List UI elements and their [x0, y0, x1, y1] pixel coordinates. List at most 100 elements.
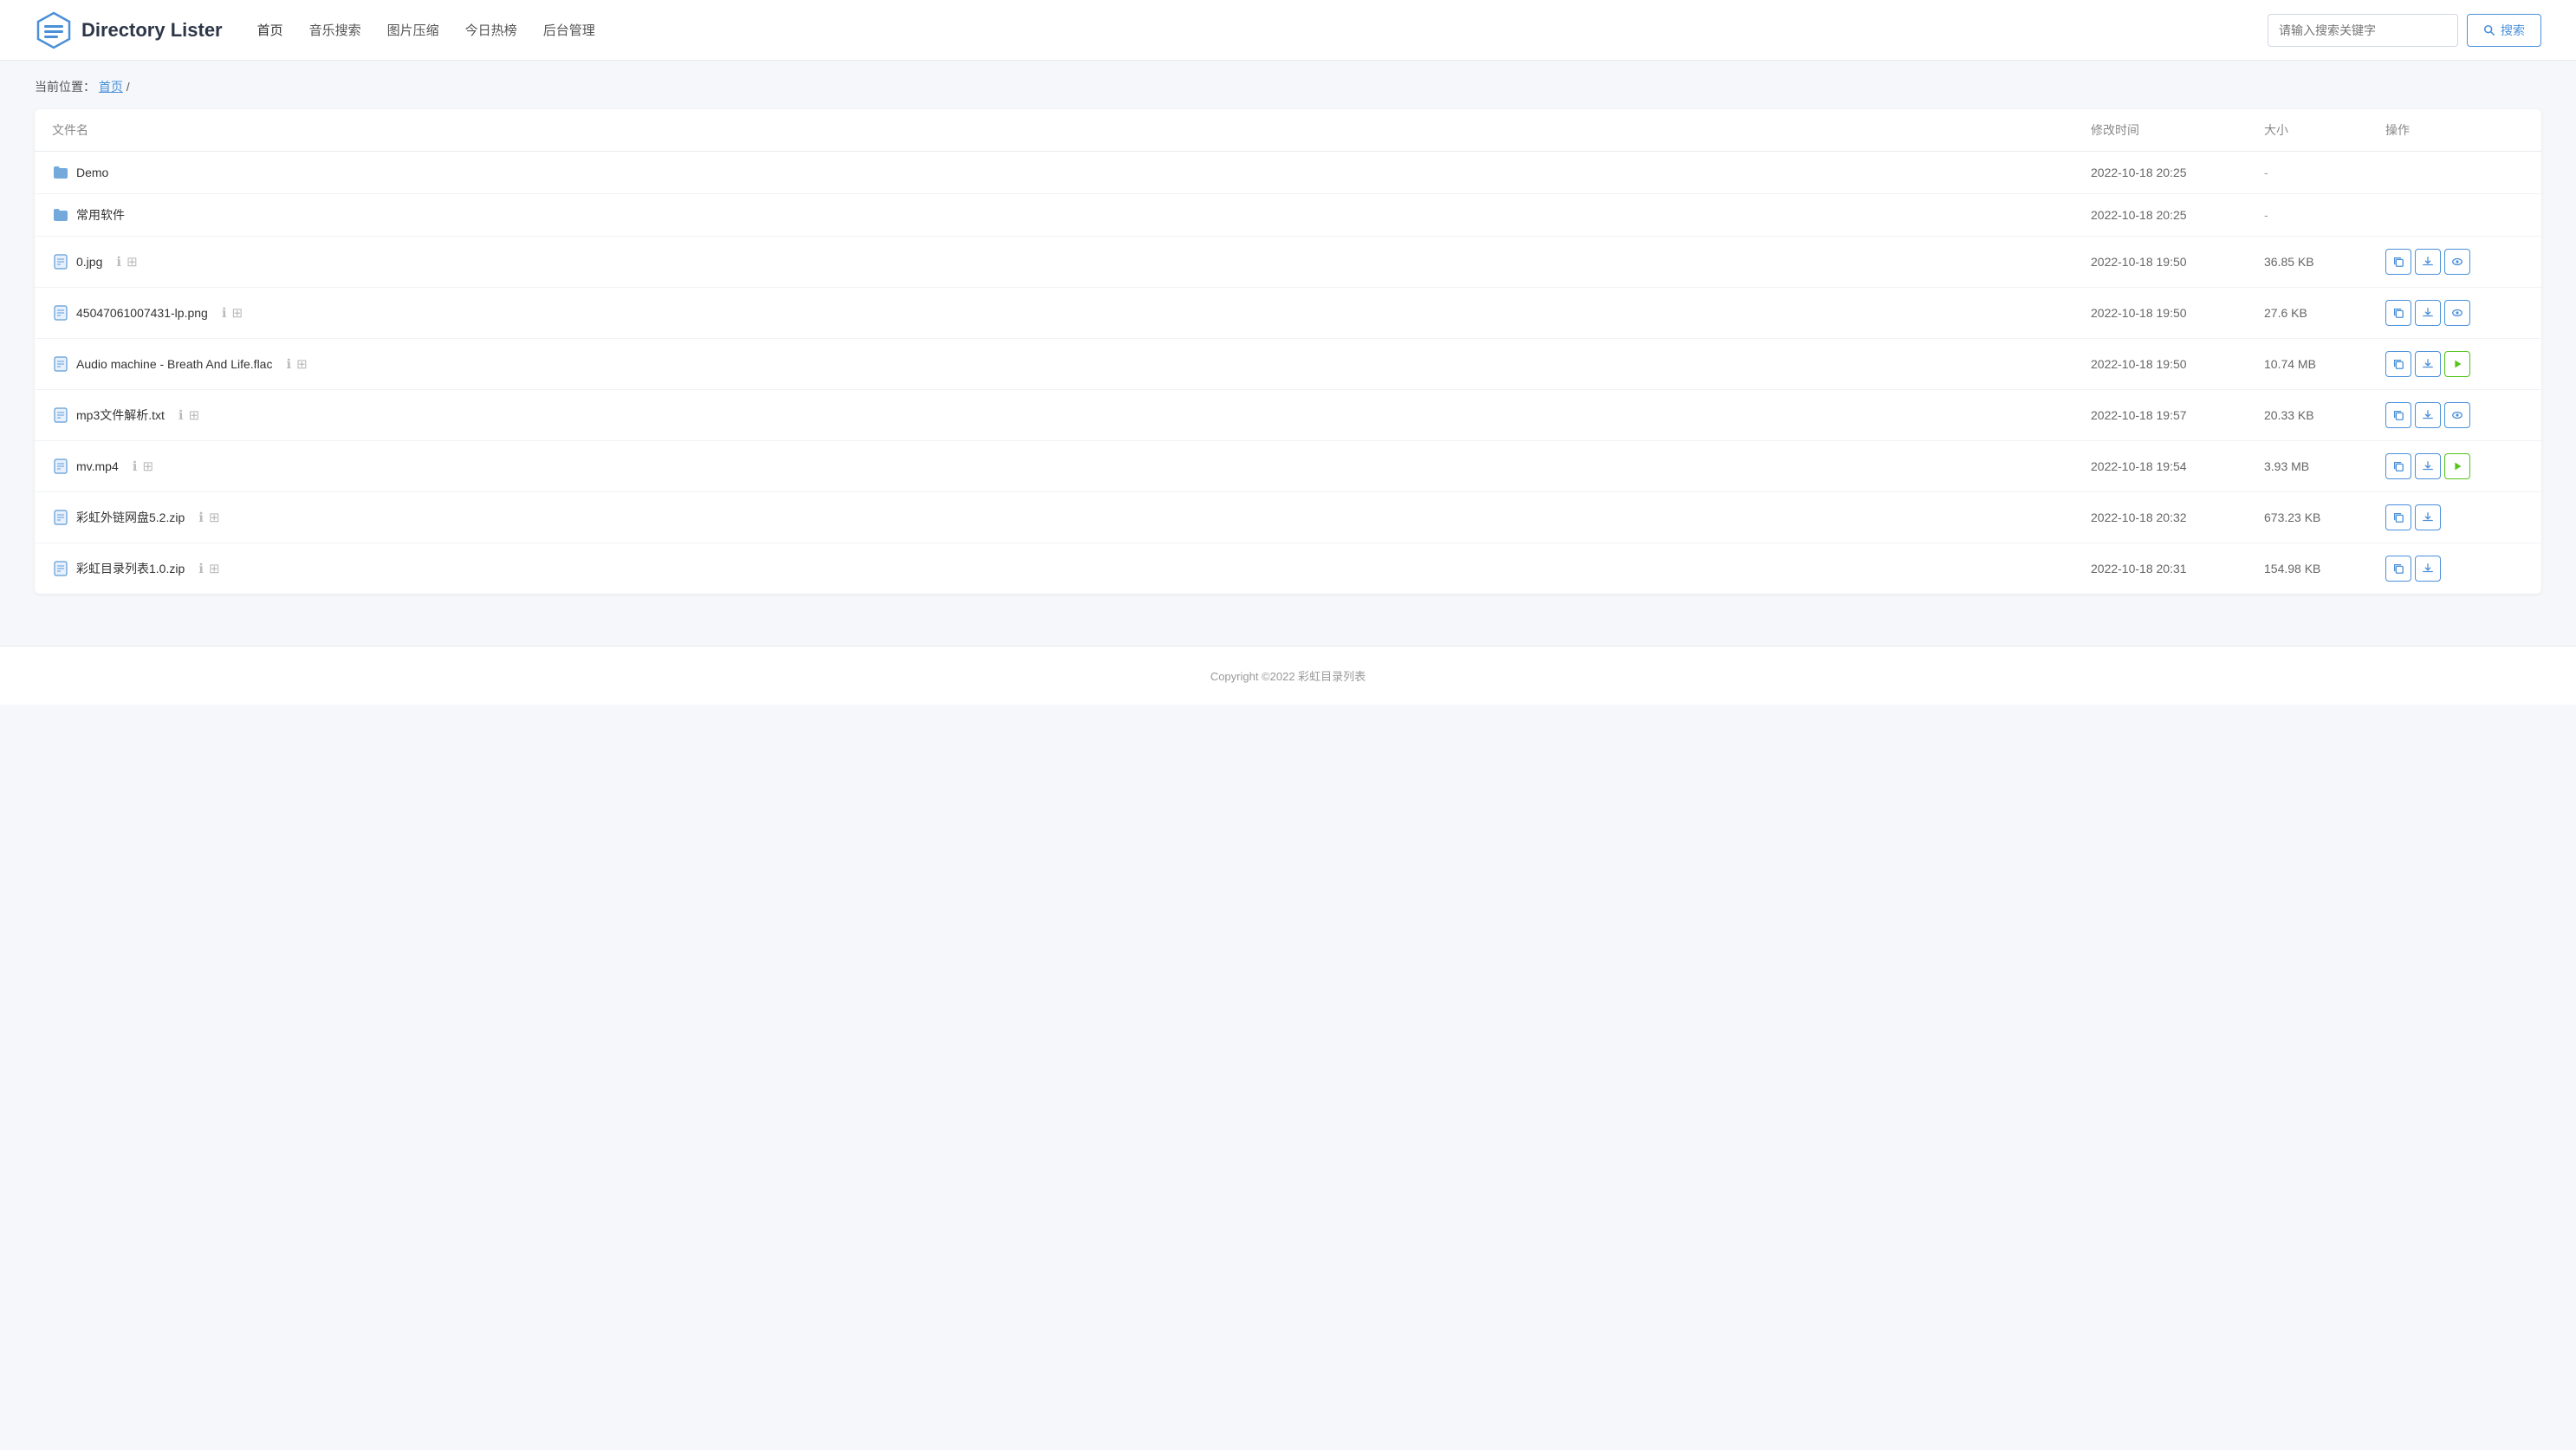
download-icon — [2422, 460, 2434, 472]
file-table: 文件名 修改时间 大小 操作 Demo 2022-10-18 20:25 - — [35, 109, 2541, 594]
qr-icon[interactable]: ⊞ — [232, 305, 243, 321]
copy-button[interactable] — [2385, 453, 2411, 479]
file-size: 3.93 MB — [2264, 459, 2385, 473]
nav-admin[interactable]: 后台管理 — [543, 17, 595, 42]
file-info-icons: ℹ ⊞ — [286, 356, 307, 372]
file-info-icons: ℹ ⊞ — [198, 561, 219, 576]
download-icon — [2422, 409, 2434, 421]
copy-button[interactable] — [2385, 300, 2411, 326]
breadcrumb-home[interactable]: 首页 — [99, 80, 123, 94]
file-modified: 2022-10-18 20:31 — [2091, 562, 2264, 575]
qr-icon[interactable]: ⊞ — [189, 407, 200, 423]
file-modified: 2022-10-18 20:25 — [2091, 208, 2264, 222]
qr-icon[interactable]: ⊞ — [296, 356, 308, 372]
file-modified: 2022-10-18 19:57 — [2091, 408, 2264, 422]
file-info-icons: ℹ ⊞ — [133, 458, 153, 474]
nav-home[interactable]: 首页 — [257, 17, 283, 42]
file-name-cell: Demo — [52, 164, 2091, 181]
file-modified: 2022-10-18 20:25 — [2091, 166, 2264, 179]
download-icon — [2422, 358, 2434, 370]
file-icon — [52, 509, 69, 526]
file-actions — [2385, 556, 2524, 582]
file-name-cell: 彩虹目录列表1.0.zip ℹ ⊞ — [52, 560, 2091, 577]
download-button[interactable] — [2415, 556, 2441, 582]
qr-icon[interactable]: ⊞ — [142, 458, 153, 474]
download-icon — [2422, 256, 2434, 268]
table-row: 常用软件 2022-10-18 20:25 - — [35, 194, 2541, 237]
eye-icon — [2451, 409, 2463, 421]
logo-icon — [35, 11, 73, 49]
search-input[interactable] — [2268, 14, 2458, 47]
footer-text: Copyright ©2022 彩虹目录列表 — [1210, 670, 1366, 683]
search-button[interactable]: 搜索 — [2467, 14, 2541, 47]
copy-icon — [2392, 562, 2404, 575]
download-button[interactable] — [2415, 504, 2441, 530]
logo[interactable]: Directory Lister — [35, 11, 223, 49]
header: Directory Lister 首页 音乐搜索 图片压缩 今日热榜 后台管理 … — [0, 0, 2576, 61]
file-icon — [52, 304, 69, 322]
file-size: - — [2264, 208, 2385, 222]
file-modified: 2022-10-18 19:50 — [2091, 306, 2264, 320]
download-icon — [2422, 307, 2434, 319]
nav-hot-today[interactable]: 今日热榜 — [465, 17, 517, 42]
file-actions — [2385, 300, 2524, 326]
file-actions — [2385, 453, 2524, 479]
download-button[interactable] — [2415, 402, 2441, 428]
info-icon[interactable]: ℹ — [286, 356, 291, 372]
info-icon[interactable]: ℹ — [222, 305, 227, 321]
download-icon — [2422, 562, 2434, 575]
copy-icon — [2392, 358, 2404, 370]
file-size: 36.85 KB — [2264, 255, 2385, 269]
download-button[interactable] — [2415, 300, 2441, 326]
file-info-icons: ℹ ⊞ — [198, 510, 219, 525]
download-button[interactable] — [2415, 249, 2441, 275]
play-icon — [2451, 358, 2463, 370]
copy-icon — [2392, 511, 2404, 523]
file-actions — [2385, 504, 2524, 530]
nav-music-search[interactable]: 音乐搜索 — [309, 17, 361, 42]
eye-icon — [2451, 256, 2463, 268]
file-size: 10.74 MB — [2264, 357, 2385, 371]
col-modified: 修改时间 — [2091, 121, 2264, 139]
file-modified: 2022-10-18 19:50 — [2091, 255, 2264, 269]
copy-button[interactable] — [2385, 556, 2411, 582]
preview-button[interactable] — [2444, 249, 2470, 275]
header-left: Directory Lister 首页 音乐搜索 图片压缩 今日热榜 后台管理 — [35, 11, 595, 49]
copy-icon — [2392, 256, 2404, 268]
play-button[interactable] — [2444, 351, 2470, 377]
file-name-cell: mp3文件解析.txt ℹ ⊞ — [52, 406, 2091, 424]
file-size: - — [2264, 166, 2385, 179]
download-button[interactable] — [2415, 351, 2441, 377]
play-button[interactable] — [2444, 453, 2470, 479]
table-row: Demo 2022-10-18 20:25 - — [35, 152, 2541, 194]
qr-icon[interactable]: ⊞ — [209, 510, 220, 525]
file-size: 673.23 KB — [2264, 510, 2385, 524]
copy-button[interactable] — [2385, 249, 2411, 275]
qr-icon[interactable]: ⊞ — [209, 561, 220, 576]
info-icon[interactable]: ℹ — [133, 458, 138, 474]
header-right: 搜索 — [2268, 14, 2541, 47]
copy-button[interactable] — [2385, 351, 2411, 377]
copy-button[interactable] — [2385, 402, 2411, 428]
search-button-label: 搜索 — [2501, 22, 2525, 39]
file-name: 常用软件 — [76, 206, 125, 224]
nav-image-compress[interactable]: 图片压缩 — [387, 17, 439, 42]
info-icon[interactable]: ℹ — [178, 407, 184, 423]
table-row: 0.jpg ℹ ⊞ 2022-10-18 19:50 36.85 KB — [35, 237, 2541, 288]
nav: 首页 音乐搜索 图片压缩 今日热榜 后台管理 — [257, 17, 595, 42]
preview-button[interactable] — [2444, 300, 2470, 326]
table-row: 彩虹目录列表1.0.zip ℹ ⊞ 2022-10-18 20:31 154.9… — [35, 543, 2541, 594]
info-icon[interactable]: ℹ — [198, 510, 204, 525]
info-icon[interactable]: ℹ — [116, 254, 121, 270]
col-size: 大小 — [2264, 121, 2385, 139]
file-info-icons: ℹ ⊞ — [178, 407, 199, 423]
download-button[interactable] — [2415, 453, 2441, 479]
file-actions — [2385, 351, 2524, 377]
qr-icon[interactable]: ⊞ — [127, 254, 138, 270]
copy-button[interactable] — [2385, 504, 2411, 530]
file-modified: 2022-10-18 19:50 — [2091, 357, 2264, 371]
file-name: 45047061007431-lp.png — [76, 306, 208, 320]
file-icon — [52, 560, 69, 577]
info-icon[interactable]: ℹ — [198, 561, 204, 576]
preview-button[interactable] — [2444, 402, 2470, 428]
